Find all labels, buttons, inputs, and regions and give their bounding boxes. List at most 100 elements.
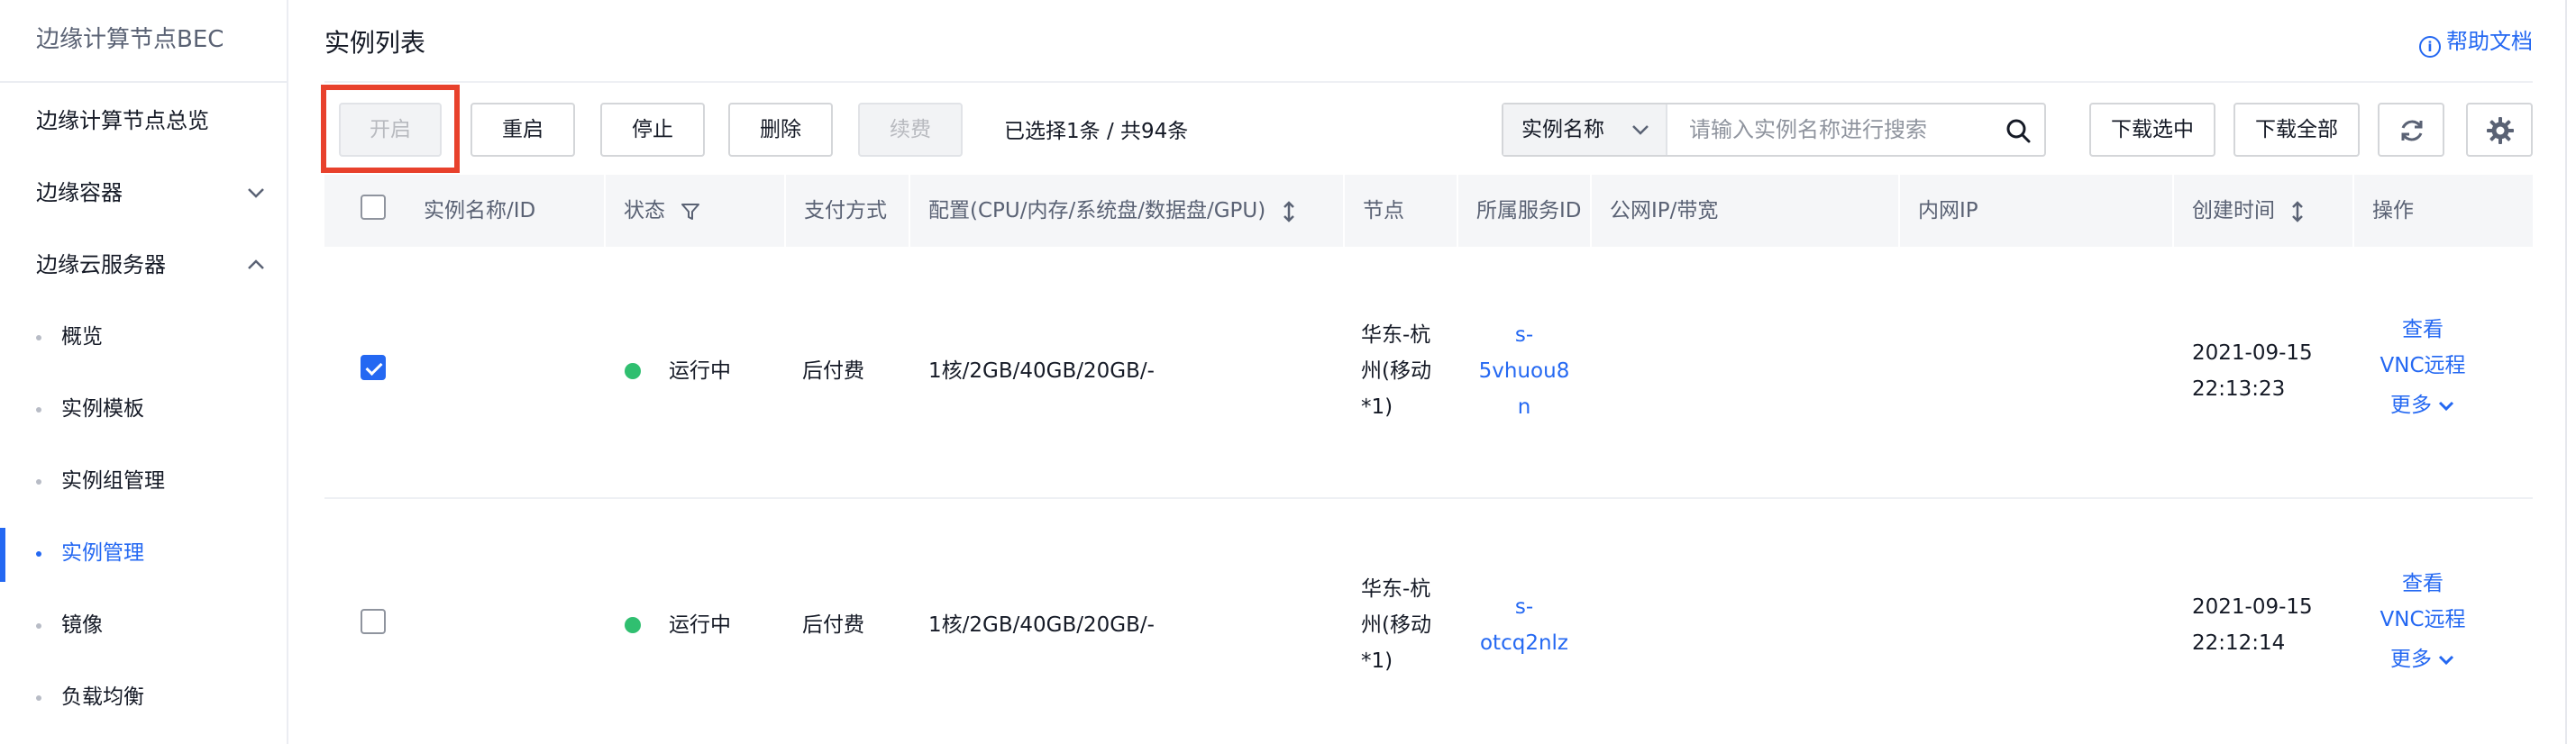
delete-button[interactable]: 删除 (728, 103, 833, 157)
status-running-dot (625, 617, 641, 633)
operations-cell: 查看 VNC远程 更多 (2369, 312, 2477, 423)
sidebar-item-edge-container[interactable]: 边缘容器 (0, 157, 287, 229)
sidebar: 边缘计算节点BEC 边缘计算节点总览 边缘容器 边缘云服务器 概览 实例模板 实… (0, 0, 288, 744)
help-docs-label: 帮助文档 (2446, 29, 2533, 54)
payment-text: 后付费 (802, 359, 864, 383)
sidebar-subitem-label: 负载均衡 (61, 685, 144, 709)
highlight-annotation (321, 85, 460, 173)
header-divider (324, 81, 2533, 83)
sidebar-item-overview[interactable]: 边缘计算节点总览 (0, 85, 287, 157)
service-id-link[interactable]: s- otcq2nlz (1458, 589, 1590, 661)
table-header: 实例名称/ID 状态 支付方式 配置(CPU/内存/系统盘/数据盘/GPU) 节… (324, 175, 2533, 247)
sidebar-subitem-instance-group[interactable]: 实例组管理 (0, 445, 287, 517)
sidebar-subitem-label: 镜像 (61, 613, 103, 637)
created-time: 2021-09-15 22:13:23 (2192, 335, 2313, 407)
status-text: 运行中 (669, 359, 731, 383)
sidebar-item-label: 边缘计算节点总览 (36, 108, 209, 133)
sort-icon[interactable] (1282, 200, 1296, 223)
column-header-service-id: 所属服务ID (1476, 199, 1582, 222)
filter-icon[interactable] (681, 202, 700, 222)
search-field-select[interactable]: 实例名称 (1503, 104, 1667, 155)
sidebar-item-label: 边缘容器 (36, 180, 123, 205)
vnc-remote-link[interactable]: VNC远程 (2369, 348, 2477, 384)
download-all-button[interactable]: 下载全部 (2233, 103, 2360, 157)
column-header-public-ip: 公网IP/带宽 (1610, 199, 1719, 222)
sidebar-subitem-label: 实例模板 (61, 397, 144, 421)
search-icon[interactable] (2005, 117, 2032, 144)
status-running-dot (625, 363, 641, 379)
node-text: 华东-杭 州(移动 *1) (1361, 317, 1431, 425)
sidebar-subitem-label: 概览 (61, 325, 103, 349)
service-id-line: otcq2nlz (1479, 631, 1568, 655)
operations-cell: 查看 VNC远程 更多 (2369, 566, 2477, 677)
view-link[interactable]: 查看 (2369, 312, 2477, 348)
restart-button[interactable]: 重启 (470, 103, 575, 157)
refresh-icon (2401, 120, 2423, 141)
column-header-operations: 操作 (2372, 199, 2414, 222)
sort-icon[interactable] (2290, 200, 2305, 223)
created-date: 2021-09-15 (2192, 341, 2313, 365)
settings-button[interactable] (2466, 103, 2533, 157)
more-dropdown[interactable]: 更多 (2369, 387, 2477, 423)
selection-count: 已选择1条 / 共94条 (1004, 120, 1189, 143)
stop-button[interactable]: 停止 (600, 103, 705, 157)
status-text: 运行中 (669, 613, 731, 637)
node-line: 华东-杭 (1361, 323, 1431, 347)
row-checkbox[interactable] (361, 355, 386, 380)
column-header-config[interactable]: 配置(CPU/内存/系统盘/数据盘/GPU) (910, 175, 1296, 247)
node-line: *1) (1361, 395, 1393, 419)
column-header-payment: 支付方式 (804, 199, 887, 222)
created-date: 2021-09-15 (2192, 595, 2313, 619)
sidebar-item-label: 边缘云服务器 (36, 252, 166, 277)
chevron-down-icon (2438, 401, 2454, 411)
sidebar-subitem-instance-management[interactable]: 实例管理 (0, 517, 287, 589)
sidebar-subitem-load-balancer[interactable]: 负载均衡 (0, 661, 287, 733)
service-id-line: n (1517, 395, 1531, 419)
chevron-down-icon (2438, 655, 2454, 665)
vnc-remote-link[interactable]: VNC远程 (2369, 602, 2477, 638)
config-text: 1核/2GB/40GB/20GB/- (928, 359, 1155, 383)
column-header-created[interactable]: 创建时间 (2174, 175, 2305, 247)
sidebar-subitem-instance-template[interactable]: 实例模板 (0, 373, 287, 445)
more-dropdown[interactable]: 更多 (2369, 641, 2477, 677)
sidebar-title: 边缘计算节点BEC (0, 0, 287, 83)
help-docs-link[interactable]: i 帮助文档 (2419, 23, 2533, 58)
created-clock: 22:13:23 (2192, 377, 2286, 401)
bullet-dot (36, 551, 41, 557)
node-line: 华东-杭 (1361, 577, 1431, 601)
service-id-line: s- (1514, 323, 1534, 347)
sidebar-item-edge-cloud-server[interactable]: 边缘云服务器 (0, 229, 287, 301)
table-row: 运行中 后付费 1核/2GB/40GB/20GB/- 华东-杭 州(移动 *1)… (324, 499, 2533, 744)
node-line: *1) (1361, 649, 1393, 673)
column-header-node: 节点 (1363, 199, 1404, 222)
search-box: 实例名称 (1502, 103, 2046, 157)
search-input[interactable] (1669, 104, 1994, 155)
service-id-line: 5vhuou8 (1478, 359, 1570, 383)
renew-button[interactable]: 续费 (858, 103, 963, 157)
column-header-status[interactable]: 状态 (606, 175, 700, 247)
created-clock: 22:12:14 (2192, 631, 2286, 655)
download-selected-button[interactable]: 下载选中 (2089, 103, 2215, 157)
more-label: 更多 (2390, 394, 2432, 417)
service-id-line: s- (1514, 595, 1534, 619)
column-header-label: 创建时间 (2192, 199, 2275, 222)
page-title: 实例列表 (324, 28, 426, 58)
bullet-dot (36, 479, 41, 485)
refresh-button[interactable] (2378, 103, 2444, 157)
chevron-down-icon (248, 188, 264, 198)
row-checkbox[interactable] (361, 609, 386, 634)
select-all-checkbox[interactable] (361, 195, 386, 220)
sidebar-subitem-image[interactable]: 镜像 (0, 589, 287, 661)
scrollbar[interactable] (2565, 0, 2567, 744)
service-id-link[interactable]: s- 5vhuou8 n (1458, 317, 1590, 425)
bullet-dot (36, 335, 41, 340)
info-icon: i (2419, 36, 2441, 58)
bullet-dot (36, 695, 41, 701)
node-line: 州(移动 (1361, 613, 1431, 637)
node-line: 州(移动 (1361, 359, 1431, 383)
sidebar-subitem-label: 实例组管理 (61, 469, 165, 493)
column-header-private-ip: 内网IP (1918, 199, 1978, 222)
bullet-dot (36, 407, 41, 413)
sidebar-subitem-overview[interactable]: 概览 (0, 301, 287, 373)
view-link[interactable]: 查看 (2369, 566, 2477, 602)
